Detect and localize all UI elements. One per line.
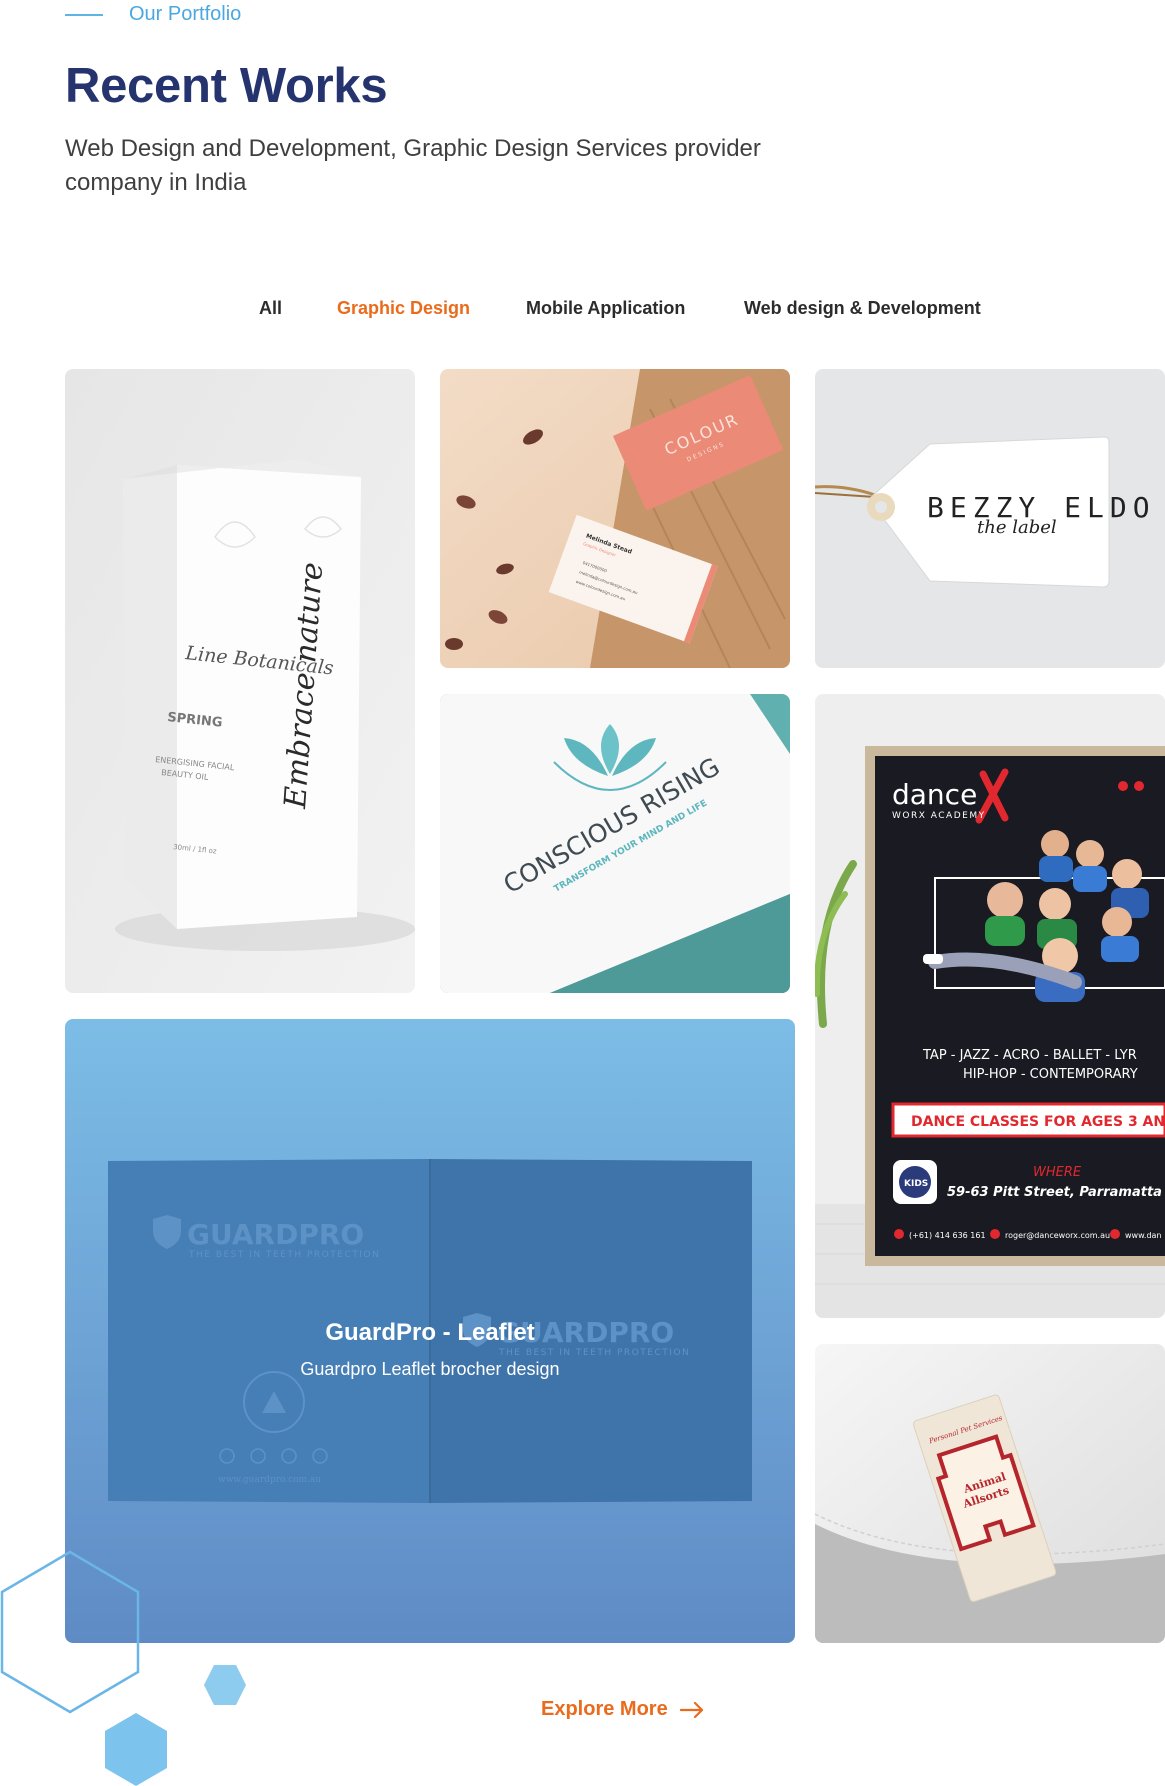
filter-tab-graphic-design[interactable]: Graphic Design [337, 298, 470, 319]
hang-tag-mockup: BEZZY ELDO the label [815, 369, 1165, 668]
dance-where-label: WHERE [1033, 1165, 1082, 1180]
dance-logo: dance [892, 778, 977, 811]
dance-styles-1: TAP - JAZZ - ACRO - BALLET - LYR [922, 1048, 1137, 1063]
explore-more-link[interactable]: Explore More [541, 1698, 704, 1721]
dance-address: 59-63 Pitt Street, Parramatta 216 [947, 1185, 1165, 1200]
dance-styles-2: HIP-HOP - CONTEMPORARY [963, 1067, 1138, 1082]
dance-email: roger@danceworx.com.au [1005, 1231, 1110, 1240]
logo-card-mockup: CONSCIOUS RISING TRANSFORM YOUR MIND AND… [440, 694, 790, 993]
filter-tab-mobile-application[interactable]: Mobile Application [526, 298, 685, 319]
portfolio-item-conscious-rising[interactable]: CONSCIOUS RISING TRANSFORM YOUR MIND AND… [440, 694, 790, 993]
packaging-box-mockup: Line Botanicals SPRING ENERGISING FACIAL… [65, 369, 415, 993]
portfolio-item-colour-designs-cards[interactable]: COLOUR DESIGNS Melinda Stead Graphic Des… [440, 369, 790, 668]
filter-tab-all[interactable]: All [259, 298, 282, 319]
portfolio-filter-tabs: All Graphic Design Mobile Application We… [0, 298, 1165, 322]
business-card-mockup: COLOUR DESIGNS Melinda Stead Graphic Des… [440, 369, 790, 668]
section-title: Recent Works [65, 59, 388, 113]
portfolio-item-line-botanicals-box[interactable]: Line Botanicals SPRING ENERGISING FACIAL… [65, 369, 415, 993]
section-eyebrow: Our Portfolio [65, 3, 241, 26]
hexagon-filled-decoration [105, 1713, 167, 1786]
section-subtitle: Web Design and Development, Graphic Desi… [65, 135, 761, 196]
dance-web: www.dan [1125, 1231, 1162, 1240]
portfolio-item-animal-allsorts-label[interactable]: Personal Pet Services Animal Allsorts [815, 1344, 1165, 1643]
dance-banner: DANCE CLASSES FOR AGES 3 AN [911, 1114, 1165, 1130]
clothing-label-mockup: Personal Pet Services Animal Allsorts [815, 1344, 1165, 1643]
hexagon-outline-decoration [0, 1550, 140, 1714]
dance-logo-sub: WORX ACADEMY [892, 811, 986, 821]
arrow-right-icon [679, 1701, 703, 1718]
portfolio-item-title: GuardPro - Leaflet [325, 1318, 535, 1346]
dance-phone: (+61) 414 636 161 [909, 1231, 986, 1240]
poster-mockup: dance WORX ACADEMY TAP - JAZZ - ACRO - B… [815, 694, 1165, 1318]
explore-more-label: Explore More [541, 1698, 668, 1720]
eyebrow-label: Our Portfolio [129, 3, 242, 25]
portfolio-item-guardpro-leaflet[interactable]: GUARDPRO THE BEST IN TEETH PROTECTION GU… [65, 1019, 795, 1643]
dance-badge: KIDS [904, 1179, 928, 1189]
portfolio-item-description: Guardpro Leaflet brocher design [300, 1358, 560, 1379]
eyebrow-line [65, 13, 103, 16]
portfolio-item-danceworx-poster[interactable]: dance WORX ACADEMY TAP - JAZZ - ACRO - B… [815, 694, 1165, 1318]
hexagon-small-decoration [204, 1665, 246, 1705]
filter-tab-web-design-development[interactable]: Web design & Development [744, 298, 981, 319]
tag-script: the label [977, 517, 1057, 538]
guardpro-hover-overlay: GuardPro - Leaflet Guardpro Leaflet broc… [65, 1019, 795, 1643]
portfolio-item-bezzy-eldo-tag[interactable]: BEZZY ELDO the label [815, 369, 1165, 668]
